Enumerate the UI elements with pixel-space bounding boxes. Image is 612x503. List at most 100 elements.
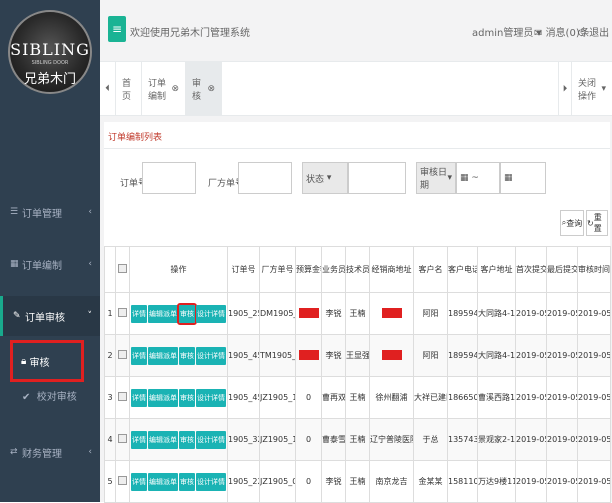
audit-button[interactable]: 审核 xyxy=(179,472,195,491)
detail-button[interactable]: 详情 xyxy=(131,304,147,323)
edit-dispatch-button[interactable]: 编辑派单 xyxy=(148,304,178,323)
factory-number-input[interactable] xyxy=(238,162,292,194)
sidebar-item-finance[interactable]: ⇄ 财务管理 ‹ xyxy=(0,432,100,472)
row-number: 3 xyxy=(104,376,116,419)
detail-button[interactable]: 详情 xyxy=(131,388,147,407)
table-cell-phone: 18665073 xyxy=(447,376,478,419)
table-header: 首次提交 xyxy=(515,246,547,293)
redaction-mark xyxy=(298,349,319,360)
sidebar-item-label: 订单审核 xyxy=(25,312,65,324)
audit-button[interactable]: 审核 xyxy=(179,346,195,365)
design-detail-button[interactable]: 设计详情 xyxy=(196,388,226,407)
select-all-checkbox[interactable] xyxy=(115,246,130,293)
tab-home[interactable]: 首页 xyxy=(116,62,142,116)
table-row: 2 详情编辑派单审核设计详情1905_459TM1905_459 李锐王显强 阿阳18… xyxy=(104,334,611,377)
tab-audit[interactable]: 审核 ⊗ xyxy=(186,62,222,116)
exchange-icon: ⇄ xyxy=(10,447,18,457)
double-chevron-right-icon: ⏵ xyxy=(562,84,568,94)
design-detail-button[interactable]: 设计详情 xyxy=(196,430,226,449)
status-select[interactable]: 状态 ▾ xyxy=(302,162,348,194)
sidebar-subitem-audit[interactable]: 🔒︎ 审核 xyxy=(10,340,84,382)
table-cell-address: 大同路4-1-06 xyxy=(477,334,516,377)
table-cell-audit: 2019-05-1 xyxy=(577,334,611,377)
close-icon[interactable]: ⊗ xyxy=(207,84,215,94)
table-cell-amount xyxy=(295,334,322,377)
row-actions: 详情 编辑派单 审核 设计详情 xyxy=(129,376,228,419)
edit-dispatch-button[interactable]: 编辑派单 xyxy=(148,388,178,407)
table-header: 最后提交 xyxy=(546,246,578,293)
table-cell-order: 1905_322 xyxy=(227,418,260,461)
edit-dispatch-button[interactable]: 编辑派单 xyxy=(148,472,178,491)
row-actions: 详情 编辑派单 审核 设计详情 xyxy=(129,460,228,503)
logout-link[interactable]: ⏻ 退出 xyxy=(578,24,609,39)
audit-button[interactable]: 审核 xyxy=(177,302,197,325)
sidebar-subitem-proof[interactable]: ✔ 校对审核 xyxy=(22,388,77,403)
date-type-select[interactable]: 审核日期 ▾ xyxy=(416,162,456,194)
list-icon: ☰ xyxy=(10,207,19,217)
close-tabs-menu[interactable]: 关闭操作 ▾ xyxy=(572,62,612,116)
divider xyxy=(104,148,610,149)
logout-label: 退出 xyxy=(589,28,610,39)
detail-button[interactable]: 详情 xyxy=(131,430,147,449)
edit-dispatch-button[interactable]: 编辑派单 xyxy=(148,430,178,449)
design-detail-button[interactable]: 设计详情 xyxy=(196,472,226,491)
tab-label: 订单编制 xyxy=(148,79,167,102)
reset-button[interactable]: ↻ 重置 xyxy=(586,210,608,236)
detail-button[interactable]: 详情 xyxy=(131,346,147,365)
row-checkbox[interactable] xyxy=(115,334,130,377)
sidebar-item-order-review[interactable]: ✎ 订单审核 ˅ xyxy=(0,296,100,336)
edit-dispatch-button[interactable]: 编辑派单 xyxy=(148,346,178,365)
status-extra-input[interactable] xyxy=(348,162,406,194)
table-cell-customer: 阿阳 xyxy=(413,292,448,335)
row-checkbox[interactable] xyxy=(115,418,130,461)
row-checkbox[interactable] xyxy=(115,376,130,419)
table-header: 客户名 xyxy=(413,246,448,293)
table-cell-address: 曹溪西路11-2-202 xyxy=(477,376,516,419)
sidebar-item-orders[interactable]: ☰ 订单管理 ‹ xyxy=(0,192,100,232)
audit-button[interactable]: 审核 xyxy=(179,430,195,449)
check-icon: ✔ xyxy=(22,392,34,403)
row-actions: 详情 编辑派单 审核 设计详情 xyxy=(129,334,228,377)
table-cell-audit: 2019-05-1 xyxy=(577,418,611,461)
row-checkbox[interactable] xyxy=(115,460,130,503)
design-detail-button[interactable]: 设计详情 xyxy=(196,304,226,323)
row-checkbox[interactable] xyxy=(115,292,130,335)
table-cell-sales: 曹再双 xyxy=(321,376,346,419)
table-header: 预算金额 xyxy=(295,246,322,293)
table-cell-phone: 18959496 xyxy=(447,334,478,377)
close-icon[interactable]: ⊗ xyxy=(171,84,179,94)
table-cell-phone: 18959496 xyxy=(447,292,478,335)
table-cell-factory: TM1905_459 xyxy=(259,334,296,377)
user-menu[interactable]: admin管理员 ▾ xyxy=(472,24,542,39)
tab-label: 关闭操作 xyxy=(578,79,597,102)
chevron-left-icon: ‹ xyxy=(88,259,92,269)
table-header: 审核时间 xyxy=(577,246,611,293)
order-number-input[interactable] xyxy=(142,162,196,194)
reset-button-label: 重置 xyxy=(593,213,602,233)
table-cell-customer: 阿阳 xyxy=(413,334,448,377)
table-cell-first: 2019-05-1 xyxy=(515,334,547,377)
tab-label: 审核 xyxy=(192,79,202,102)
sidebar-item-order-edit[interactable]: ▦ 订单编制 ‹ xyxy=(0,244,100,284)
table-header: 订单号 xyxy=(227,246,260,293)
sidebar-item-label: 订单编制 xyxy=(22,260,62,272)
table-cell-amount: 0 xyxy=(295,418,322,461)
tab-order-edit[interactable]: 订单编制 ⊗ xyxy=(142,62,186,116)
table-cell-order: 1905_253 xyxy=(227,292,260,335)
tab-scroll-left-button[interactable]: ⏴ xyxy=(100,62,116,116)
tab-scroll-right-button[interactable]: ⏵ xyxy=(558,62,572,116)
list-panel: 订单编制列表 订单号: 厂方单号: 状态 ▾ 审核日期 ▾ ▦ ~ ▦ ⌕ 查询 ↻… xyxy=(104,122,611,503)
table-cell-last: 2019-05-1 xyxy=(546,460,578,503)
design-detail-button[interactable]: 设计详情 xyxy=(196,346,226,365)
menu-toggle-button[interactable]: ≡ xyxy=(108,16,126,42)
search-button[interactable]: ⌕ 查询 xyxy=(560,210,584,236)
date-from-input[interactable]: ▦ ~ xyxy=(456,162,500,194)
detail-button[interactable]: 详情 xyxy=(131,472,147,491)
panel-title: 订单编制列表 xyxy=(108,133,163,143)
sidebar-item-label: 财务管理 xyxy=(22,448,62,460)
date-to-input[interactable]: ▦ xyxy=(500,162,546,194)
sidebar: SIBLING SIBLING DOOR 兄弟木门 ☰ 订单管理 ‹ ▦ 订单编… xyxy=(0,0,100,502)
audit-button[interactable]: 审核 xyxy=(179,388,195,407)
brand-logo: SIBLING SIBLING DOOR 兄弟木门 xyxy=(8,10,92,94)
table-cell-customer: 于总 xyxy=(413,418,448,461)
